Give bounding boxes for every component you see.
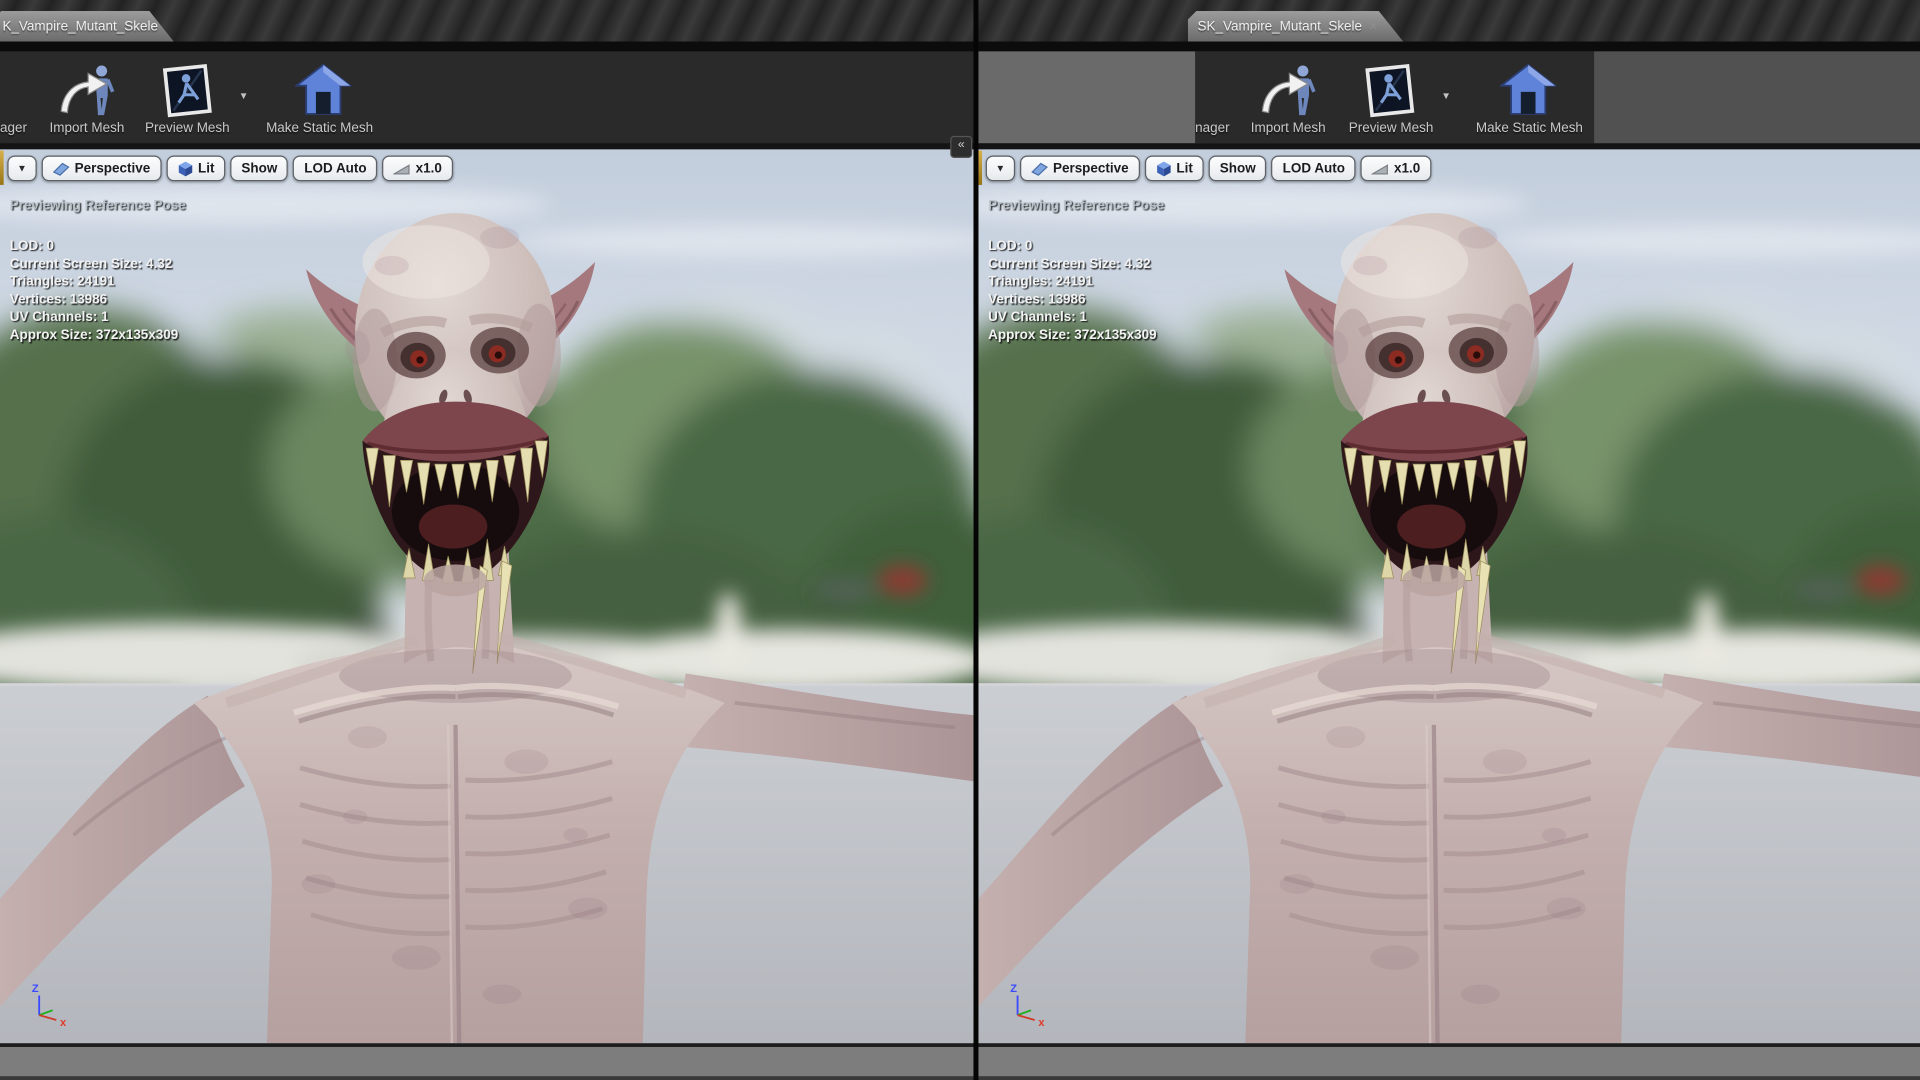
make-static-mesh-button[interactable]: Make Static Mesh — [1476, 121, 1583, 136]
lod-auto-button[interactable]: LOD Auto — [1271, 155, 1357, 182]
stat-screen-size: Current Screen Size: 4.32 — [9, 256, 173, 272]
gizmo-z-label: Z — [1010, 983, 1017, 995]
import-mesh-icon[interactable] — [54, 62, 118, 118]
stat-vertices: Vertices: 13986 — [988, 292, 1086, 307]
gizmo-x-label: x — [1038, 1017, 1045, 1029]
tabbar-underline — [0, 41, 974, 52]
bottom-bar — [978, 1046, 1920, 1077]
axis-gizmo: Z x — [32, 983, 67, 1029]
stat-lod: LOD: 0 — [9, 238, 54, 254]
lit-label: Lit — [197, 161, 215, 176]
stat-approx-size: Approx Size: 372x135x309 — [9, 327, 179, 343]
stat-uv-channels: UV Channels: 1 — [9, 309, 109, 325]
clipped-toolbar-label[interactable]: ager — [0, 121, 27, 136]
show-label: Show — [1219, 161, 1256, 176]
pane-splitter[interactable] — [973, 0, 979, 1080]
import-mesh-button[interactable]: Import Mesh — [1251, 121, 1326, 136]
axis-gizmo: Z x — [1010, 983, 1045, 1029]
chevron-down-icon: ▼ — [17, 162, 27, 174]
chevron-down-icon: ▼ — [995, 162, 1006, 174]
asset-tab-label: SK_Vampire_Mutant_Skele — [1197, 18, 1363, 34]
make-static-mesh-icon[interactable] — [1500, 61, 1556, 117]
import-mesh-button[interactable]: Import Mesh — [50, 121, 125, 136]
show-button[interactable]: Show — [230, 155, 289, 182]
screen-size-ramp-icon — [394, 161, 411, 176]
show-label: Show — [241, 161, 278, 176]
stat-triangles: Triangles: 24191 — [9, 274, 115, 289]
lod-label: LOD Auto — [304, 161, 367, 176]
asset-tab[interactable]: K_Vampire_Mutant_Skele × — [0, 11, 174, 42]
lit-label: Lit — [1176, 161, 1193, 176]
bottom-edge — [978, 1076, 1920, 1080]
preview-mesh-button[interactable]: Preview Mesh — [1349, 121, 1434, 136]
screen-size-label: x1.0 — [1393, 161, 1421, 176]
import-mesh-icon[interactable] — [1255, 62, 1319, 118]
perspective-icon — [53, 161, 70, 176]
toolbar-overflow-button[interactable]: « — [950, 135, 973, 158]
lit-mode-button[interactable]: Lit — [166, 155, 226, 182]
viewport-focus-strip — [0, 150, 4, 185]
lit-mode-button[interactable]: Lit — [1144, 155, 1204, 182]
screen-size-button[interactable]: x1.0 — [1360, 155, 1432, 182]
lit-cube-icon — [177, 160, 193, 177]
tab-close-icon[interactable]: × — [1369, 19, 1377, 34]
tab-bar: K_Vampire_Mutant_Skele × — [0, 0, 974, 43]
perspective-button[interactable]: Perspective — [41, 155, 162, 182]
perspective-icon — [1031, 161, 1048, 176]
stat-screen-size: Current Screen Size: 4.32 — [988, 256, 1151, 272]
lod-auto-button[interactable]: LOD Auto — [293, 155, 378, 182]
clipped-toolbar-label[interactable]: nager — [1195, 121, 1229, 136]
tab-bar: SK_Vampire_Mutant_Skele × — [978, 0, 1920, 43]
lit-cube-icon — [1156, 160, 1172, 177]
asset-tab[interactable]: SK_Vampire_Mutant_Skele × — [1188, 11, 1404, 42]
stat-uv-channels: UV Channels: 1 — [988, 309, 1087, 325]
asset-tab-label: K_Vampire_Mutant_Skele — [2, 18, 158, 34]
toolbar-blank-panel — [978, 51, 1196, 144]
screen-size-label: x1.0 — [415, 161, 442, 176]
preview-mesh-icon[interactable] — [159, 62, 215, 118]
bottom-edge — [0, 1076, 974, 1080]
preview-mode-text: Previewing Reference Pose — [988, 198, 1165, 214]
show-button[interactable]: Show — [1208, 155, 1267, 182]
mesh-stats-block: LOD: 0 Current Screen Size: 4.32 Triangl… — [988, 238, 1156, 345]
gizmo-z-label: Z — [32, 983, 39, 995]
perspective-button[interactable]: Perspective — [1019, 155, 1140, 182]
preview-mesh-button[interactable]: Preview Mesh — [145, 121, 230, 136]
bottom-bar — [0, 1046, 974, 1077]
lod-label: LOD Auto — [1282, 161, 1345, 176]
perspective-label: Perspective — [74, 161, 151, 176]
preview-mode-text: Previewing Reference Pose — [9, 198, 186, 214]
stat-lod: LOD: 0 — [988, 238, 1033, 254]
perspective-label: Perspective — [1052, 161, 1129, 176]
preview-mesh-icon[interactable] — [1362, 62, 1418, 118]
app-root: K_Vampire_Mutant_Skele × ▼ ager Import M… — [0, 0, 1920, 1080]
viewport-toolbar: ▼ Perspective Lit Show LOD Auto x1.0 — [7, 155, 453, 182]
tabbar-underline — [978, 41, 1920, 52]
screen-size-button[interactable]: x1.0 — [382, 155, 453, 182]
screen-size-ramp-icon — [1372, 161, 1389, 176]
tab-close-icon[interactable]: × — [165, 19, 173, 34]
viewport-focus-strip — [978, 150, 983, 185]
stat-triangles: Triangles: 24191 — [988, 274, 1094, 289]
mesh-stats-block: LOD: 0 Current Screen Size: 4.32 Triangl… — [10, 238, 178, 345]
skeletal-mesh-editor-pane-left: K_Vampire_Mutant_Skele × ▼ ager Import M… — [0, 0, 974, 1080]
3d-viewport[interactable]: ▼ Perspective Lit Show LOD Auto x1.0 Pre… — [978, 149, 1920, 1044]
make-static-mesh-icon[interactable] — [295, 61, 351, 117]
viewport-options-button[interactable]: ▼ — [985, 155, 1016, 182]
stat-approx-size: Approx Size: 372x135x309 — [988, 327, 1157, 343]
make-static-mesh-button[interactable]: Make Static Mesh — [266, 121, 373, 136]
preview-mesh-dropdown-icon[interactable]: ▼ — [239, 91, 249, 102]
toolbar-light-section — [1594, 51, 1920, 144]
main-toolbar: ▼ ager Import Mesh Preview Mesh Make Sta… — [0, 51, 974, 144]
preview-mesh-dropdown-icon[interactable]: ▼ — [1441, 91, 1451, 102]
skeletal-mesh-editor-pane-right: SK_Vampire_Mutant_Skele × ▼ nager Import… — [978, 0, 1920, 1080]
viewport-options-button[interactable]: ▼ — [7, 155, 37, 182]
stat-vertices: Vertices: 13986 — [9, 292, 108, 307]
viewport-toolbar: ▼ Perspective Lit Show LOD Auto x1.0 — [985, 155, 1432, 182]
gizmo-x-label: x — [60, 1017, 67, 1029]
3d-viewport[interactable]: ▼ Perspective Lit Show LOD Auto x1.0 Pre… — [0, 149, 974, 1044]
main-toolbar: ▼ nager Import Mesh Preview Mesh Make St… — [978, 51, 1920, 144]
